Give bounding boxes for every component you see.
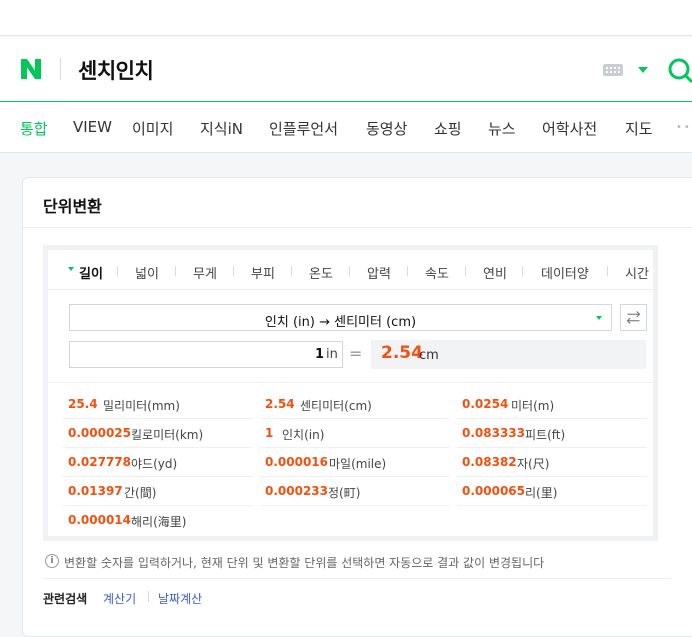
row-divider [63, 447, 253, 448]
row-divider [260, 418, 450, 419]
category-separator [407, 266, 408, 276]
conversion-value: 0.000014 [68, 513, 132, 527]
row-divider [63, 476, 253, 477]
category-temperature[interactable]: 온도 [309, 263, 333, 282]
row-divider [260, 476, 450, 477]
related-search-label: 관련검색 [43, 592, 88, 606]
related-link-calculator[interactable]: 계산기 [103, 590, 136, 607]
conversion-value: 0.000065 [462, 484, 526, 498]
category-separator [233, 266, 234, 276]
more-tabs-icon[interactable]: ••• [676, 122, 692, 133]
input-value: 1 [314, 347, 324, 362]
conversion-unit: 자(尺) [517, 457, 550, 471]
category-separator [291, 266, 292, 276]
result-value: 2.54 [381, 343, 423, 363]
naver-logo[interactable] [19, 57, 43, 81]
conversion-unit: 간(間) [124, 486, 157, 500]
related-link-date-calculator[interactable]: 날짜계산 [158, 590, 202, 607]
chevron-down-icon [596, 316, 602, 320]
card-divider [23, 227, 692, 228]
category-separator [349, 266, 350, 276]
related-separator [148, 591, 149, 602]
conversion-unit: 센티미터(cm) [300, 399, 372, 413]
conversion-value: 0.08382 [462, 455, 517, 469]
conversion-value: 0.000016 [265, 455, 329, 469]
top-bar [0, 0, 692, 36]
category-separator [522, 266, 523, 276]
category-separator [175, 266, 176, 276]
card-title: 단위변환 [43, 197, 102, 216]
row-divider [63, 418, 253, 419]
conversion-unit: 정(町) [328, 486, 361, 500]
category-fuel-economy[interactable]: 연비 [483, 263, 507, 282]
conversion-unit: 밀리미터(mm) [103, 399, 180, 413]
tab-kin[interactable]: 지식iN [200, 118, 243, 139]
conversion-value: 1 [265, 426, 274, 440]
search-icon[interactable] [666, 57, 692, 83]
autocomplete-toggle-icon[interactable] [638, 67, 648, 73]
search-query[interactable]: 센치인치 [78, 55, 154, 85]
row-divider [63, 505, 253, 506]
conversion-value: 0.000025 [68, 426, 132, 440]
conversion-unit: 마일(mile) [329, 457, 387, 471]
info-divider [43, 578, 671, 579]
conversion-unit: 킬로미터(km) [131, 428, 204, 442]
conversion-unit: 해리(海里) [131, 515, 187, 529]
info-icon: i [45, 554, 59, 568]
tab-shopping[interactable]: 쇼핑 [434, 118, 462, 139]
conversion-value: 0.027778 [68, 455, 132, 469]
tab-images[interactable]: 이미지 [132, 118, 173, 139]
results-divider [48, 382, 653, 383]
category-weight[interactable]: 무게 [193, 263, 217, 282]
category-separator [465, 266, 466, 276]
row-divider [457, 476, 647, 477]
active-category-marker-icon [68, 267, 74, 271]
conversion-unit: 미터(m) [511, 399, 555, 413]
conversion-unit: 리(里) [525, 486, 558, 500]
tab-video[interactable]: 동영상 [366, 118, 407, 139]
row-divider [260, 505, 450, 506]
swap-units-button[interactable] [620, 304, 647, 331]
conversion-unit: 야드(yd) [131, 457, 178, 471]
tab-news[interactable]: 뉴스 [488, 118, 516, 139]
unit-pair-label: 인치 (in) → 센티미터 (cm) [264, 315, 417, 330]
category-volume[interactable]: 부피 [251, 263, 275, 282]
category-pressure[interactable]: 압력 [367, 263, 391, 282]
conversion-unit: 인치(in) [282, 428, 325, 442]
result-unit: cm [419, 348, 439, 363]
info-text: 변환할 숫자를 입력하거나, 현재 단위 및 변환할 단위를 선택하면 자동으로… [64, 556, 545, 570]
conversion-value: 0.083333 [462, 426, 526, 440]
tab-map[interactable]: 지도 [625, 118, 653, 139]
row-divider [457, 505, 647, 506]
tab-all[interactable]: 통합 [20, 118, 48, 139]
tab-influencer[interactable]: 인플루언서 [269, 118, 338, 139]
conversion-value: 25.4 [68, 397, 98, 411]
logo-divider [60, 58, 61, 80]
conversion-value: 0.000233 [265, 484, 329, 498]
conversion-value: 2.54 [265, 397, 295, 411]
tab-view[interactable]: VIEW [73, 118, 112, 136]
category-length[interactable]: 길이 [79, 263, 103, 282]
equals-sign: = [349, 344, 363, 363]
input-unit: in [326, 347, 338, 362]
category-separator [607, 266, 608, 276]
keyboard-icon[interactable] [603, 64, 623, 76]
category-separator [117, 266, 118, 276]
conversion-value: 0.01397 [68, 484, 123, 498]
category-data-size[interactable]: 데이터양 [541, 263, 589, 282]
category-speed[interactable]: 속도 [425, 263, 449, 282]
conversion-value: 0.0254 [462, 397, 509, 411]
category-area[interactable]: 넓이 [135, 263, 159, 282]
row-divider [260, 447, 450, 448]
category-time[interactable]: 시간 [625, 263, 649, 282]
conversion-unit: 피트(ft) [525, 428, 566, 442]
tab-dictionary[interactable]: 어학사전 [542, 118, 597, 139]
row-divider [457, 418, 647, 419]
row-divider [457, 447, 647, 448]
